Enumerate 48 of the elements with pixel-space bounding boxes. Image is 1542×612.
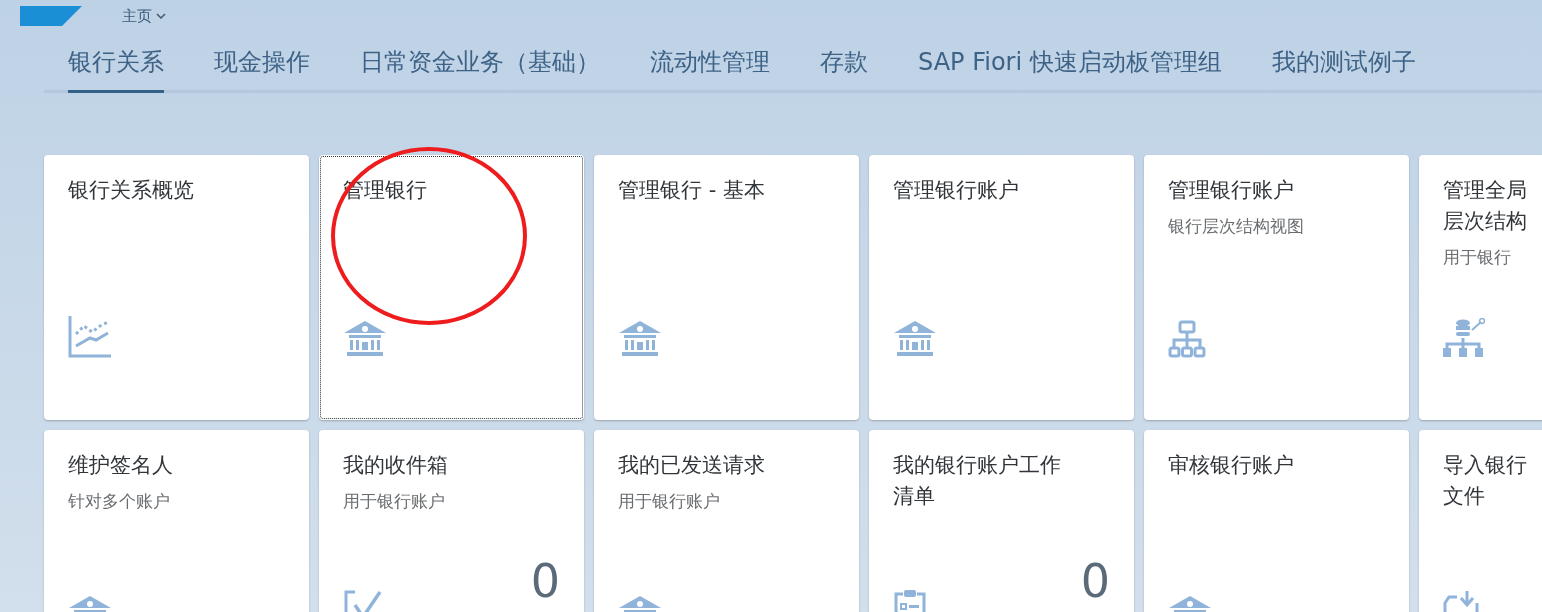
tab[interactable]: 存款 — [820, 46, 868, 93]
tile-title: 管理银行账户 — [893, 177, 1020, 204]
home-menu-button[interactable]: 主页 — [122, 4, 166, 28]
tile-title: 导入银行 — [1443, 452, 1528, 479]
tile-subtitle: 用于银行账户 — [343, 490, 446, 513]
tile-subtitle: 银行层次结构视图 — [1168, 215, 1305, 238]
app-tile[interactable]: 审核银行账户 — [1144, 430, 1409, 612]
logo-icon — [20, 6, 82, 26]
tile-title: 银行关系概览 — [68, 177, 195, 204]
tab[interactable]: 我的测试例子 — [1271, 46, 1416, 93]
tile-title: 我的已发送请求 — [618, 452, 766, 479]
tile-title: 清单 — [893, 483, 936, 510]
tile-title: 层次结构 — [1443, 208, 1528, 235]
tab[interactable]: 日常资金业务（基础） — [360, 46, 600, 93]
app-tile[interactable]: 我的已发送请求 用于银行账户 — [594, 430, 859, 612]
tile-title: 管理银行 - 基本 — [618, 177, 766, 204]
app-tile[interactable]: 管理银行账户 银行层次结构视图 — [1144, 155, 1409, 420]
app-tile[interactable]: 维护签名人 针对多个账户 — [44, 430, 309, 612]
app-tile[interactable]: 我的收件箱 用于银行账户 0 — [319, 430, 584, 612]
tile-title: 我的银行账户工作 — [893, 452, 1062, 479]
caret-icon — [156, 13, 166, 19]
tile-count: 0 — [530, 559, 560, 603]
hierarchy-icon — [1168, 320, 1206, 358]
tile-title: 我的收件箱 — [343, 452, 449, 479]
app-tile[interactable]: 管理银行 - 基本 — [594, 155, 859, 420]
tab[interactable]: 银行关系 — [68, 46, 164, 93]
bank-icon — [343, 320, 387, 358]
tile-subtitle: 针对多个账户 — [68, 490, 171, 513]
tile-subtitle: 用于银行 — [1443, 246, 1512, 269]
tab[interactable]: 现金操作 — [214, 46, 310, 93]
bank-icon — [618, 320, 662, 358]
app-tile[interactable]: 银行关系概览 — [44, 155, 309, 420]
line-chart-icon — [68, 314, 112, 358]
app-tile[interactable]: 管理银行账户 — [869, 155, 1134, 420]
tile-subtitle: 用于银行账户 — [618, 490, 721, 513]
bank-icon — [893, 320, 937, 358]
database-hierarchy-icon — [1443, 318, 1485, 358]
tile-title: 维护签名人 — [68, 452, 174, 479]
tile-title: 管理银行账户 — [1168, 177, 1295, 204]
tile-title: 文件 — [1443, 483, 1486, 510]
app-tile[interactable]: 管理全局 层次结构 用于银行 — [1419, 155, 1542, 420]
tab[interactable]: SAP Fiori 快速启动板管理组 — [918, 46, 1222, 93]
tab[interactable]: 流动性管理 — [650, 46, 770, 93]
app-tile[interactable]: 我的银行账户工作 清单 0 — [869, 430, 1134, 612]
app-tile[interactable]: 导入银行 文件 — [1419, 430, 1542, 612]
tile-title: 管理全局 — [1443, 177, 1528, 204]
tile-count: 0 — [1080, 559, 1110, 603]
tile-title: 审核银行账户 — [1168, 452, 1295, 479]
